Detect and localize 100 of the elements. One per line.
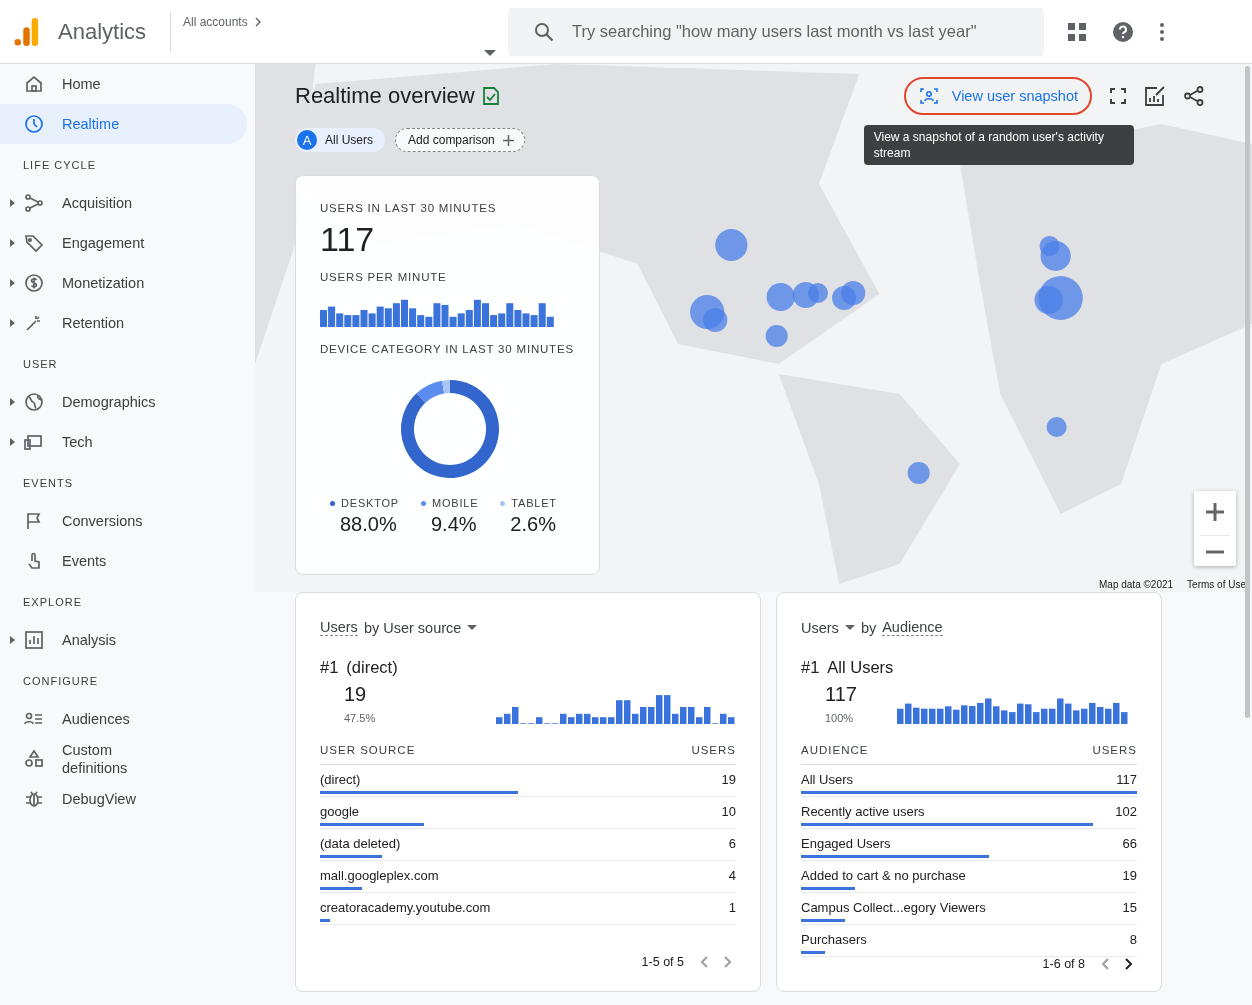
view-user-snapshot-button[interactable]: View user snapshot (903, 77, 1092, 115)
expand-caret-icon[interactable] (10, 319, 15, 327)
chip-label: All Users (325, 133, 373, 147)
plus-icon (502, 134, 514, 146)
apps-grid-icon[interactable] (1068, 22, 1086, 41)
card-title-part[interactable]: Audience (882, 619, 943, 636)
nav-item[interactable]: Conversions (0, 501, 247, 541)
add-comparison-button[interactable]: Add comparison (395, 128, 525, 152)
metric-heading: USERS IN LAST 30 MINUTES (320, 202, 498, 214)
shapes-icon (24, 749, 44, 769)
table-cell: Recently active users (801, 804, 925, 819)
nav-item[interactable]: Home (0, 64, 247, 104)
table-cell: mall.googleplex.com (320, 868, 439, 883)
pagination-label: 1-6 of 8 (1042, 957, 1085, 971)
card-title-part[interactable]: by User source (363, 619, 478, 636)
globe-icon (24, 392, 44, 412)
map-attribution: Map data ©2021 (1099, 579, 1174, 590)
rank: #1 (801, 658, 820, 677)
metric-heading: DEVICE CATEGORY IN LAST 30 MINUTES (320, 343, 575, 355)
top-item-value: 19 (344, 683, 368, 706)
top-item-share: 100% (825, 712, 855, 724)
column-header: USERS (691, 744, 736, 756)
expand-caret-icon[interactable] (10, 199, 15, 207)
product-name: Analytics (58, 18, 147, 45)
fullscreen-icon[interactable] (1110, 88, 1126, 104)
terms-link[interactable]: Terms of Use (1187, 579, 1246, 590)
table-cell: 102 (1115, 804, 1137, 819)
section-heading: USER (22, 357, 59, 372)
nav-item[interactable]: Acquisition (0, 183, 247, 223)
branch-icon (24, 193, 44, 213)
nav-item[interactable]: Events (0, 541, 247, 581)
pagination-label: 1-5 of 5 (641, 955, 684, 969)
all-accounts-link[interactable]: All accounts (183, 14, 262, 29)
nav-item[interactable]: Monetization (0, 263, 247, 303)
check-document-icon[interactable] (482, 87, 499, 105)
zoom-in-icon[interactable] (1206, 503, 1224, 521)
person-scan-icon (919, 88, 938, 104)
table-cell: google (320, 804, 360, 819)
table-cell: All Users (801, 772, 853, 787)
table-cell: Purchasers (801, 932, 867, 947)
zoom-out-icon[interactable] (1206, 550, 1224, 554)
top-item-name: (direct) (346, 658, 398, 677)
table-cell: Added to cart & no purchase (801, 868, 966, 883)
share-icon[interactable] (1184, 86, 1204, 106)
table-cell: 10 (721, 804, 736, 819)
table-cell: 15 (1122, 900, 1137, 915)
nav-item[interactable]: Engagement (0, 223, 247, 263)
nav-item[interactable]: Custom definitions (0, 739, 247, 779)
edit-chart-icon[interactable] (1144, 86, 1166, 106)
legend-label: DESKTOP (341, 497, 399, 509)
legend-value: 9.4% (430, 513, 478, 536)
nav-item[interactable]: Realtime (0, 104, 247, 144)
table-cell: 4 (728, 868, 736, 883)
section-heading: EXPLORE (22, 595, 83, 610)
table-cell: (data deleted) (320, 836, 401, 851)
nav-item[interactable]: Demographics (0, 382, 247, 422)
expand-caret-icon[interactable] (10, 279, 15, 287)
search-field[interactable]: Try searching "how many users last month vs last year" (508, 7, 1044, 56)
legend-value: 2.6% (510, 513, 557, 536)
nav-item[interactable]: Analysis (0, 620, 247, 660)
search-icon (534, 21, 554, 42)
table-cell: 19 (1122, 868, 1137, 883)
expand-caret-icon[interactable] (10, 636, 15, 644)
more-vert-icon[interactable] (1160, 22, 1164, 41)
dropdown-caret-icon (467, 625, 478, 630)
scrollbar[interactable] (1245, 66, 1250, 718)
top-item-share: 47.5% (344, 712, 376, 724)
tag-icon (24, 233, 44, 253)
section-heading: LIFE CYCLE (22, 158, 97, 173)
table-cell: 117 (1116, 772, 1137, 787)
table-cell: 6 (728, 836, 736, 851)
table-cell: Campus Collect...egory Viewers (801, 900, 986, 915)
section-heading: CONFIGURE (22, 674, 99, 689)
legend-label: MOBILE (431, 497, 479, 509)
column-header: USERS (1092, 744, 1137, 756)
table-cell: 66 (1122, 836, 1137, 851)
expand-caret-icon[interactable] (10, 398, 15, 406)
home-icon (24, 74, 44, 94)
comparison-chip[interactable]: A All Users (295, 128, 385, 152)
help-icon[interactable] (1112, 20, 1134, 43)
column-header: USER SOURCE (320, 744, 416, 756)
nav-item[interactable]: Tech (0, 422, 247, 462)
clock-icon (24, 114, 44, 134)
nav-item[interactable]: Audiences (0, 699, 247, 739)
next-page-icon[interactable] (1125, 958, 1133, 970)
nav-item[interactable]: Retention (0, 303, 247, 343)
dropdown-caret-icon[interactable] (484, 49, 496, 56)
dropdown-caret-icon (844, 625, 855, 630)
analytics-logo-icon (14, 16, 40, 47)
chart-icon (24, 630, 44, 650)
chevron-right-icon (253, 16, 262, 27)
section-heading: EVENTS (22, 476, 74, 491)
nav-item[interactable]: DebugView (0, 779, 247, 819)
table-cell: 8 (1129, 932, 1137, 947)
table-cell: creatoracademy.youtube.com (320, 900, 491, 915)
expand-caret-icon[interactable] (10, 239, 15, 247)
rank: #1 (320, 658, 339, 677)
card-title-part[interactable]: Users (801, 619, 855, 636)
expand-caret-icon[interactable] (10, 438, 15, 446)
card-title-part[interactable]: Users (320, 619, 358, 636)
